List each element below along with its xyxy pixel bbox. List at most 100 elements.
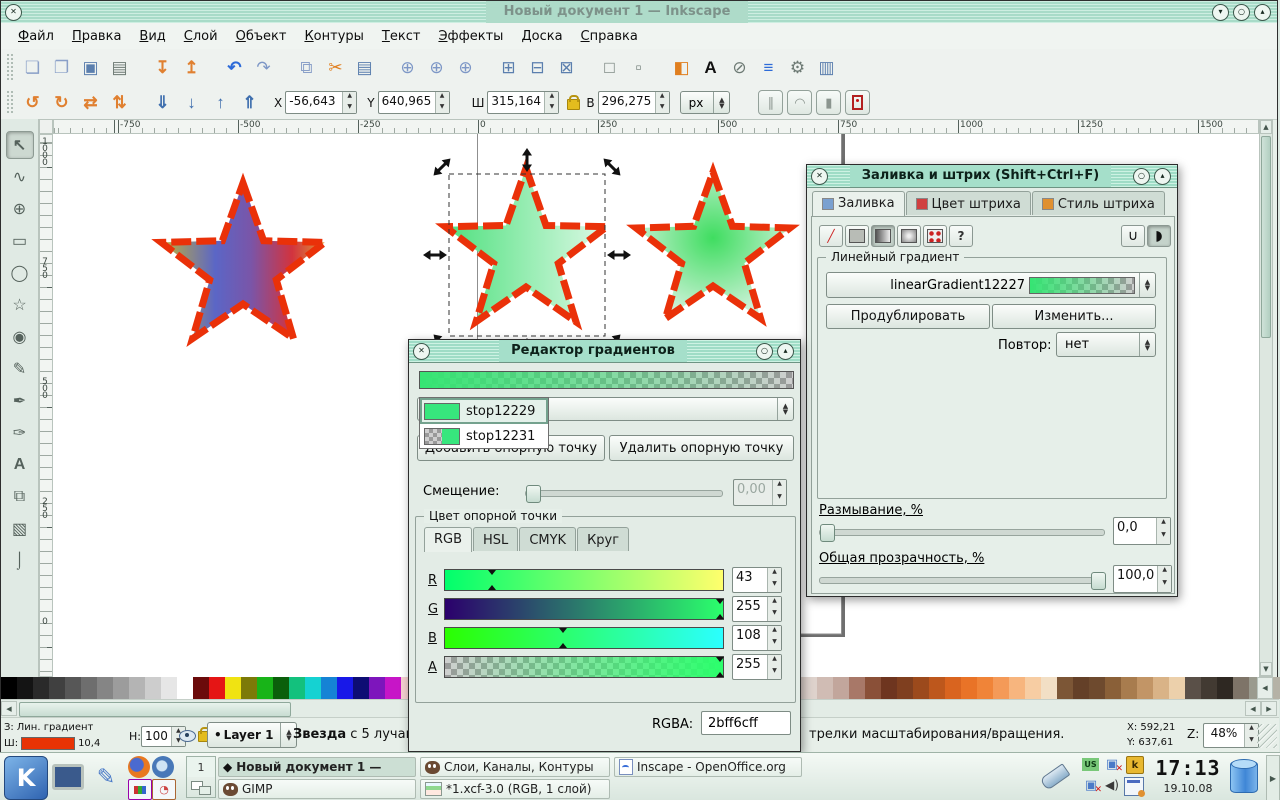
zoom-to-drawing-icon[interactable]: ⊕ <box>423 54 450 81</box>
palette-swatch-13[interactable] <box>209 677 225 699</box>
green-slider[interactable] <box>444 598 724 620</box>
palette-swatch-56[interactable] <box>897 677 913 699</box>
palette-swatch-54[interactable] <box>865 677 881 699</box>
offset-field[interactable]: 0,00 ▲▼ <box>733 479 787 506</box>
palette-swatch-65[interactable] <box>1041 677 1057 699</box>
red-field[interactable]: 43 ▲▼ <box>732 567 782 593</box>
star-green-radial[interactable] <box>636 172 790 319</box>
palette-swatch-72[interactable] <box>1153 677 1169 699</box>
palette-swatch-70[interactable] <box>1121 677 1137 699</box>
tab-stroke-style[interactable]: Стиль штриха <box>1032 191 1165 215</box>
palette-swatch-66[interactable] <box>1057 677 1073 699</box>
task-ooo[interactable]: Inscape - OpenOffice.org <box>614 757 802 777</box>
vertical-ruler[interactable]: 10007505002500 <box>39 134 53 677</box>
network-disconnected-icon-2[interactable]: ▣✕ <box>1082 777 1100 793</box>
zoom-to-page-icon[interactable]: ⊕ <box>452 54 479 81</box>
lock-ratio-icon[interactable] <box>567 99 580 110</box>
palette-swatch-11[interactable] <box>177 677 193 699</box>
palette-swatch-7[interactable] <box>113 677 129 699</box>
tab-fill[interactable]: Заливка <box>812 191 905 216</box>
palette-swatch-12[interactable] <box>193 677 209 699</box>
flip-vertical-icon[interactable]: ⇅ <box>106 89 133 116</box>
spiral-tool[interactable]: ◉ <box>6 323 34 351</box>
palette-swatch-6[interactable] <box>97 677 113 699</box>
palette-swatch-62[interactable] <box>993 677 1009 699</box>
task-gimp[interactable]: Слои, Каналы, Контуры <box>420 757 610 777</box>
palette-swatch-18[interactable] <box>289 677 305 699</box>
rotate-90-ccw-icon[interactable]: ↺ <box>19 89 46 116</box>
menu-Контуры[interactable]: Контуры <box>295 26 372 47</box>
palette-swatch-67[interactable] <box>1073 677 1089 699</box>
blur-slider[interactable] <box>819 529 1105 536</box>
scale-handle-arrow[interactable] <box>607 250 631 260</box>
tab-wheel[interactable]: Круг <box>577 527 629 551</box>
flip-horizontal-icon[interactable]: ⇄ <box>77 89 104 116</box>
palette-swatch-19[interactable] <box>305 677 321 699</box>
palette-swatch-50[interactable] <box>801 677 817 699</box>
rectangle-tool[interactable]: ▭ <box>6 227 34 255</box>
fill-linear-gradient-button[interactable] <box>871 225 895 247</box>
xml-editor-icon[interactable]: ⊘ <box>726 54 753 81</box>
palette-swatch-4[interactable] <box>65 677 81 699</box>
zoom-to-selection-icon[interactable]: ⊕ <box>394 54 421 81</box>
star-tool[interactable]: ☆ <box>6 291 34 319</box>
menu-Текст[interactable]: Текст <box>373 26 430 47</box>
panel-hide-arrow[interactable]: ▶ <box>1266 755 1280 800</box>
select-all-icon[interactable]: □ <box>596 54 623 81</box>
stop-option-1[interactable]: stop12229 <box>420 398 548 424</box>
palette-scroll-left-icon[interactable]: ◀ <box>1257 677 1273 699</box>
palette-swatch-16[interactable] <box>257 677 273 699</box>
presentation-document-icon[interactable]: ◔ <box>152 779 176 800</box>
alpha-slider[interactable] <box>444 656 724 678</box>
master-opacity-field[interactable]: 100,0 ▲▼ <box>1113 565 1172 593</box>
zoom-tool[interactable]: ⊕ <box>6 195 34 223</box>
lower-to-bottom-icon[interactable]: ⇓ <box>149 89 176 116</box>
delete-stop-button[interactable]: Удалить опорную точку <box>609 435 794 461</box>
task-image[interactable]: *1.xcf-3.0 (RGB, 1 слой) <box>420 779 610 799</box>
palette-swatch-73[interactable] <box>1169 677 1185 699</box>
pencil-tool[interactable]: ✎ <box>6 355 34 383</box>
layer-select[interactable]: • Layer 1 ▲▼ <box>207 722 297 748</box>
window-maximize-button[interactable]: ○ <box>1233 4 1250 21</box>
menu-Эффекты[interactable]: Эффекты <box>429 26 512 47</box>
k-menu-button[interactable]: K <box>4 756 48 800</box>
window-close-button[interactable]: ✕ <box>5 4 22 21</box>
menu-Доска[interactable]: Доска <box>512 26 571 47</box>
palette-swatch-10[interactable] <box>161 677 177 699</box>
save-document-icon[interactable]: ▣ <box>77 54 104 81</box>
calligraphy-tool[interactable]: ✑ <box>6 419 34 447</box>
kwrite-icon[interactable]: ✎ <box>90 761 122 793</box>
palette-swatch-60[interactable] <box>961 677 977 699</box>
create-clone-icon[interactable]: ⊟ <box>524 54 551 81</box>
palette-swatch-52[interactable] <box>833 677 849 699</box>
deselect-icon[interactable]: ▫ <box>625 54 652 81</box>
network-disconnected-icon[interactable]: ▣✕ <box>1103 756 1121 772</box>
firefox-icon[interactable] <box>128 756 150 778</box>
opacity-slider-knob[interactable] <box>1091 572 1106 590</box>
lower-one-step-icon[interactable]: ↓ <box>178 89 205 116</box>
redo-icon[interactable]: ↷ <box>250 54 277 81</box>
open-document-icon[interactable]: ❐ <box>48 54 75 81</box>
gradient-select[interactable]: linearGradient12227 ▲▼ <box>826 272 1156 298</box>
duplicate-icon[interactable]: ⊞ <box>495 54 522 81</box>
gradient-tool[interactable]: ▧ <box>6 515 34 543</box>
resize-grip[interactable] <box>1257 724 1277 748</box>
print-document-icon[interactable]: ▤ <box>106 54 133 81</box>
palette-swatch-3[interactable] <box>49 677 65 699</box>
pager-desktop-2[interactable] <box>187 777 215 797</box>
fill-unknown-button[interactable]: ? <box>949 225 973 247</box>
zoom-field[interactable]: 48% ▲▼ <box>1203 723 1259 748</box>
menu-Вид[interactable]: Вид <box>130 26 174 47</box>
affect-pattern-toggle[interactable] <box>845 90 870 115</box>
rgba-field[interactable]: 2bff6cff <box>701 711 791 735</box>
palette-swatch-23[interactable] <box>369 677 385 699</box>
scale-handle-arrow[interactable] <box>600 155 624 179</box>
blur-field[interactable]: 0,0 ▲▼ <box>1113 517 1171 545</box>
node-tool[interactable]: ∿ <box>6 163 34 191</box>
palette-swatch-63[interactable] <box>1009 677 1025 699</box>
calendar-reminder-icon[interactable] <box>1124 777 1144 796</box>
palette-swatch-75[interactable] <box>1201 677 1217 699</box>
align-distribute-dialog-icon[interactable]: ≡ <box>755 54 782 81</box>
preferences-icon[interactable]: ⚙ <box>784 54 811 81</box>
palette-swatch-59[interactable] <box>945 677 961 699</box>
